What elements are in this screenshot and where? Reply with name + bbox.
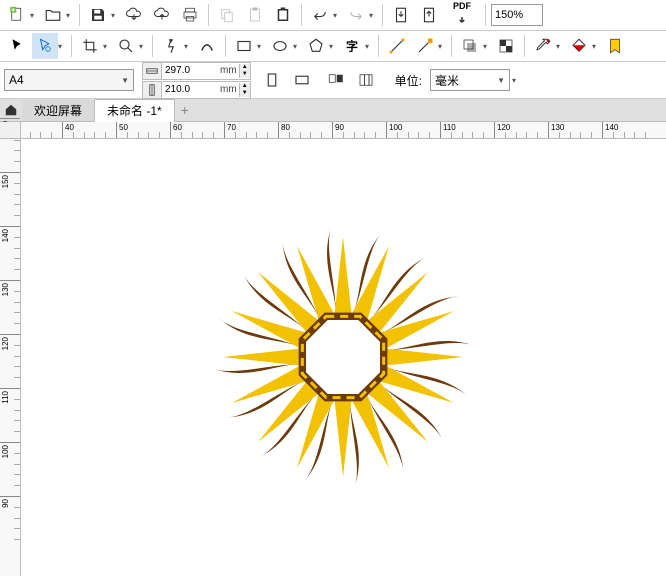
tool-toolbar: ▾ ▾ ▾ ▾ ▾ ▾ ▾ 字 ▾ ▾ ▾ ▾ ▾ [0,31,666,62]
copy-button [214,2,240,28]
redo-dropdown-icon[interactable]: ▾ [369,11,377,20]
rect-dropdown-icon[interactable]: ▾ [257,42,265,51]
zoom-input[interactable] [491,4,543,26]
width-input[interactable] [162,63,218,79]
undo-button[interactable] [307,2,333,28]
export-pdf-button[interactable]: PDF [444,2,480,28]
cloud-download-button[interactable] [121,2,147,28]
save-button[interactable] [85,2,111,28]
freehand-dropdown-icon[interactable]: ▾ [184,42,192,51]
export-button[interactable] [416,2,442,28]
shape-dropdown-icon[interactable]: ▾ [58,42,66,51]
height-icon [143,82,162,98]
line-tool-button[interactable] [384,33,410,59]
new-dropdown-icon[interactable]: ▾ [30,11,38,20]
outline-tool-button[interactable] [602,33,628,59]
import-button[interactable] [388,2,414,28]
polygon-dropdown-icon[interactable]: ▾ [329,42,337,51]
ruler-vertical[interactable]: 16015014013012011010090 [0,138,21,576]
unit-select[interactable]: 毫米 ▼ [430,69,510,91]
cloud-upload-button[interactable] [149,2,175,28]
work-area: 30405060708090100110120130140 1601501401… [0,122,666,576]
eyedropper-button[interactable] [530,33,556,59]
open-dropdown-icon[interactable]: ▾ [66,11,74,20]
pick-tool-button[interactable] [4,33,30,59]
page-size-value: A4 [9,73,24,87]
transparency-button[interactable] [493,33,519,59]
undo-dropdown-icon[interactable]: ▾ [333,11,341,20]
zoom-dropdown-icon[interactable]: ▾ [139,42,147,51]
page-size-select[interactable]: A4 ▼ [4,69,134,91]
rectangle-tool-button[interactable] [231,33,257,59]
new-file-button[interactable] [4,2,30,28]
dimension-dropdown-icon[interactable]: ▾ [438,42,446,51]
property-bar: A4 ▼ mm ▲▼ mm ▲▼ 单位: 毫米 ▼ ▾ [0,62,666,99]
ruler-horizontal[interactable]: 30405060708090100110120130140 [20,122,666,139]
ellipse-tool-button[interactable] [267,33,293,59]
main-toolbar: ▾ ▾ ▾ ▾ ▾ PDF [0,0,666,31]
drop-shadow-button[interactable] [457,33,483,59]
artistic-media-button[interactable] [194,33,220,59]
shadow-dropdown-icon[interactable]: ▾ [483,42,491,51]
dimension-tool-button[interactable] [412,33,438,59]
unit-dropdown-icon[interactable]: ▾ [512,76,520,85]
svg-text:字: 字 [346,39,358,54]
height-unit: mm [218,84,239,95]
width-spinner[interactable]: ▲▼ [239,64,250,78]
crop-tool-button[interactable] [77,33,103,59]
page-width-field[interactable]: mm ▲▼ [142,62,251,80]
width-icon [143,63,162,79]
redo-button [343,2,369,28]
shape-tool-button[interactable] [32,33,58,59]
save-dropdown-icon[interactable]: ▾ [111,11,119,20]
text-tool-button[interactable]: 字 [339,33,365,59]
freehand-tool-button[interactable] [158,33,184,59]
sun-illustration[interactable] [193,207,493,507]
zoom-tool-button[interactable] [113,33,139,59]
text-dropdown-icon[interactable]: ▾ [365,42,373,51]
print-button[interactable] [177,2,203,28]
current-page-button[interactable] [353,67,379,93]
tab-welcome[interactable]: 欢迎屏幕 [22,100,95,121]
add-tab-button[interactable]: + [175,102,195,118]
unit-value: 毫米 [435,72,459,89]
page-dimensions: mm ▲▼ mm ▲▼ [142,62,251,99]
crop-dropdown-icon[interactable]: ▾ [103,42,111,51]
eyedropper-dropdown-icon[interactable]: ▾ [556,42,564,51]
height-spinner[interactable]: ▲▼ [239,83,250,97]
clipboard-button[interactable] [270,2,296,28]
ruler-corner[interactable] [0,122,21,139]
unit-label: 单位: [395,72,422,89]
width-unit: mm [218,65,239,76]
all-pages-button[interactable] [323,67,349,93]
chevron-down-icon: ▼ [121,76,129,85]
open-file-button[interactable] [40,2,66,28]
canvas[interactable] [20,138,666,576]
page-height-field[interactable]: mm ▲▼ [142,81,251,99]
tab-label: 未命名 -1* [107,102,162,119]
fill-dropdown-icon[interactable]: ▾ [592,42,600,51]
chevron-down-icon: ▼ [497,76,505,85]
document-tabs: 欢迎屏幕 未命名 -1* + [0,99,666,122]
landscape-button[interactable] [289,67,315,93]
paste-button [242,2,268,28]
height-input[interactable] [162,82,218,98]
tab-document[interactable]: 未命名 -1* [95,99,175,122]
ellipse-dropdown-icon[interactable]: ▾ [293,42,301,51]
pdf-label: PDF [453,2,471,11]
portrait-button[interactable] [259,67,285,93]
fill-tool-button[interactable] [566,33,592,59]
tab-label: 欢迎屏幕 [34,102,82,119]
polygon-tool-button[interactable] [303,33,329,59]
